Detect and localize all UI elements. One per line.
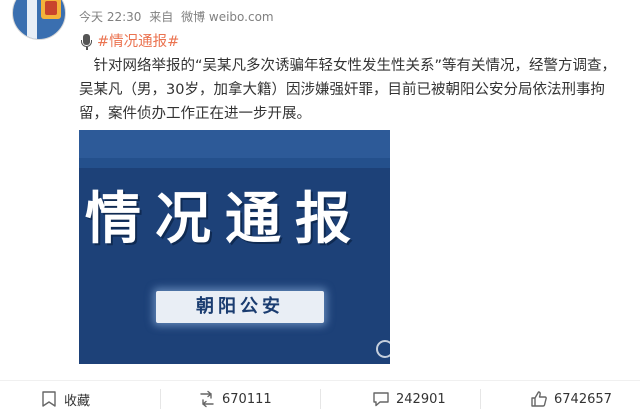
watermark-icon [376, 340, 390, 358]
avatar[interactable] [12, 0, 66, 40]
post-text: 针对网络举报的“吴某凡多次诱骗年轻女性发生性关系”等有关情况，经警方调查，吴某凡… [79, 58, 617, 122]
post-time[interactable]: 今天 22:30 [79, 10, 141, 24]
post-image[interactable]: 情况通报 朝阳公安 [79, 130, 390, 364]
action-divider [480, 389, 481, 409]
post-source-prefix: 来自 [149, 10, 174, 24]
like-count: 6742657 [554, 391, 612, 407]
topic-link[interactable]: #情况通报# [97, 30, 179, 54]
action-divider [320, 389, 321, 409]
repost-count: 670111 [222, 391, 272, 407]
avatar-mark-inner [45, 1, 57, 15]
image-top-band [79, 130, 390, 158]
repost-icon [200, 390, 214, 408]
microphone-icon [79, 33, 93, 51]
comment-count: 242901 [396, 391, 446, 407]
favorite-button[interactable]: 收藏 [40, 381, 90, 417]
comment-button[interactable]: 242901 [372, 381, 446, 417]
action-divider [160, 389, 161, 409]
like-icon [531, 391, 547, 407]
post-meta: 今天 22:30 来自 微博 weibo.com [79, 8, 278, 25]
image-headline: 情况通报 [85, 187, 365, 252]
comment-icon [373, 392, 389, 407]
favorite-icon [42, 391, 56, 407]
image-top-band-2 [79, 158, 390, 168]
avatar-stripe [27, 0, 37, 39]
image-badge: 朝阳公安 [156, 291, 324, 323]
post-source[interactable]: 微博 weibo.com [181, 10, 274, 24]
like-button[interactable]: 6742657 [530, 381, 612, 417]
favorite-label: 收藏 [64, 393, 91, 409]
action-bar: 收藏 670111 242901 6742657 [0, 380, 640, 419]
repost-button[interactable]: 670111 [198, 381, 272, 417]
topic-line: #情况通报# [79, 30, 627, 54]
post-content: #情况通报# 针对网络举报的“吴某凡多次诱骗年轻女性发生性关系”等有关情况，经警… [79, 30, 627, 126]
